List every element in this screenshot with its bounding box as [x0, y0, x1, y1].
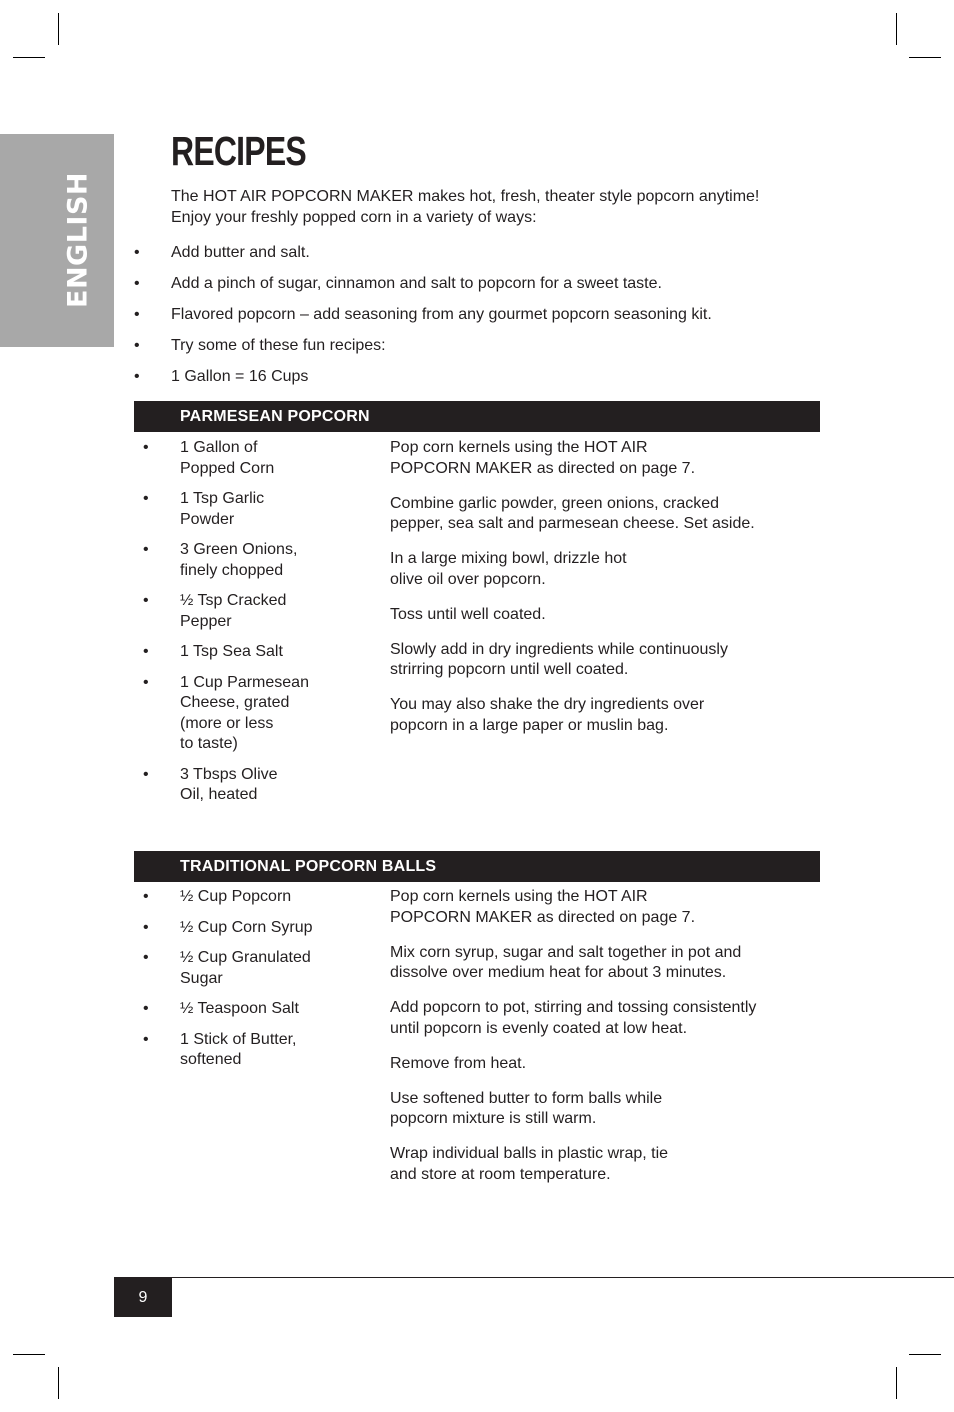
- intro-paragraph: The HOT AIR POPCORN MAKER makes hot, fre…: [171, 188, 760, 226]
- recipe-title: TRADITIONAL POPCORN BALLS: [180, 858, 437, 875]
- direction-step: Use softened butter to form balls while …: [390, 1089, 663, 1128]
- language-tab: [0, 134, 114, 347]
- tip-text: 1 Gallon = 16 Cups: [171, 368, 309, 385]
- bullet-icon: •: [143, 673, 149, 691]
- recipe-header-parmesean: PARMESEAN POPCORN: [134, 401, 820, 432]
- directions: Pop corn kernels using the HOT AIR POPCO…: [390, 887, 815, 1200]
- tip-text: Flavored popcorn – add seasoning from an…: [171, 306, 712, 323]
- tip-text: Add a pinch of sugar, cinnamon and salt …: [171, 275, 662, 292]
- bullet-icon: •: [134, 368, 140, 385]
- ingredient-item: • ½ Cup Popcorn: [143, 887, 373, 908]
- ingredient-text: 1 Cup Parmesean Cheese, grated (more or …: [180, 673, 309, 753]
- ingredient-text: 1 Tsp Sea Salt: [180, 643, 283, 660]
- ingredient-item: • ½ Cup Corn Syrup: [143, 918, 373, 939]
- ingredient-item: • 1 Cup Parmesean Cheese, grated (more or…: [143, 673, 373, 755]
- direction-step: Pop corn kernels using the HOT AIR POPCO…: [390, 888, 696, 926]
- ingredient-text: 3 Tbsps Olive Oil, heated: [180, 765, 278, 804]
- recipe-header-popcorn-balls: TRADITIONAL POPCORN BALLS: [134, 851, 820, 882]
- ingredients-list: • 1 Gallon of Popped Corn • 1 Tsp Garlic Po…: [143, 438, 373, 816]
- crop-mark: [909, 1354, 941, 1355]
- tip-text: Add butter and salt.: [171, 244, 310, 261]
- ingredient-text: 1 Gallon of Popped Corn: [180, 439, 275, 477]
- bullet-icon: •: [134, 306, 140, 323]
- direction-step: Combine garlic powder, green onions, cra…: [390, 494, 755, 533]
- ingredient-text: 1 Tsp Garlic Powder: [180, 490, 265, 528]
- language-tab-label: ENGLISH: [62, 172, 94, 308]
- ingredient-item: • ½ Cup Granulated Sugar: [143, 948, 373, 989]
- bullet-icon: •: [134, 337, 140, 354]
- ingredient-text: 1 Stick of Butter, softened: [180, 1030, 297, 1069]
- recipe-title: PARMESEAN POPCORN: [180, 408, 370, 425]
- list-item: • Add a pinch of sugar, cinnamon and salt…: [134, 273, 814, 304]
- direction-step: Remove from heat.: [390, 1054, 527, 1072]
- ingredient-item: • 1 Stick of Butter, softened: [143, 1030, 373, 1071]
- tip-text: Try some of these fun recipes:: [171, 337, 386, 354]
- list-item: • 1 Gallon = 16 Cups: [134, 366, 814, 397]
- crop-mark: [13, 57, 45, 58]
- bullet-icon: •: [143, 1030, 149, 1048]
- direction-step: Pop corn kernels using the HOT AIR POPCO…: [390, 439, 696, 477]
- ingredient-text: ½ Tsp Cracked Pepper: [180, 592, 287, 630]
- directions: Pop corn kernels using the HOT AIR POPCO…: [390, 438, 815, 751]
- bullet-icon: •: [143, 490, 149, 507]
- serving-tips-list: • Add butter and salt. • Add a pinch of su…: [134, 242, 814, 397]
- bullet-icon: •: [134, 275, 140, 292]
- crop-mark: [13, 1354, 45, 1355]
- direction-step: You may also shake the dry ingredients o…: [390, 696, 705, 734]
- ingredient-text: ½ Teaspoon Salt: [180, 1000, 299, 1017]
- ingredient-item: • 1 Tsp Sea Salt: [143, 642, 373, 663]
- ingredient-text: ½ Cup Popcorn: [180, 888, 292, 905]
- bullet-icon: •: [143, 888, 149, 905]
- list-item: • Try some of these fun recipes:: [134, 335, 814, 366]
- direction-step: Slowly add in dry ingredients while cont…: [390, 640, 728, 679]
- crop-mark: [896, 13, 897, 45]
- list-item: • Flavored popcorn – add seasoning from a…: [134, 304, 814, 335]
- bullet-icon: •: [143, 765, 149, 783]
- page-number: 9: [114, 1278, 172, 1317]
- direction-step: Toss until well coated.: [390, 605, 546, 623]
- ingredient-item: • 3 Tbsps Olive Oil, heated: [143, 765, 373, 806]
- footer-rule: [114, 1277, 954, 1278]
- bullet-icon: •: [143, 643, 149, 660]
- bullet-icon: •: [143, 918, 149, 936]
- crop-mark: [58, 1367, 59, 1399]
- direction-step: Wrap individual balls in plastic wrap, t…: [390, 1145, 669, 1183]
- ingredient-item: • ½ Teaspoon Salt: [143, 999, 373, 1020]
- bullet-icon: •: [143, 439, 149, 456]
- crop-mark: [909, 57, 941, 58]
- bullet-icon: •: [143, 592, 149, 609]
- bullet-icon: •: [143, 1000, 149, 1017]
- ingredient-text: ½ Cup Corn Syrup: [180, 918, 313, 936]
- list-item: • Add butter and salt.: [134, 242, 814, 273]
- bullet-icon: •: [143, 541, 149, 558]
- ingredient-item: • 3 Green Onions, finely chopped: [143, 540, 373, 581]
- crop-mark: [58, 13, 59, 45]
- bullet-icon: •: [134, 244, 140, 261]
- ingredient-text: ½ Cup Granulated Sugar: [180, 949, 311, 987]
- page-title: RECIPES: [171, 128, 307, 174]
- crop-mark: [896, 1367, 897, 1399]
- direction-step: In a large mixing bowl, drizzle hot oliv…: [390, 550, 627, 588]
- ingredients-list: • ½ Cup Popcorn • ½ Cup Corn Syrup • ½ Cup Gr…: [143, 887, 373, 1081]
- bullet-icon: •: [143, 949, 149, 966]
- direction-step: Add popcorn to pot, stirring and tossing…: [390, 999, 757, 1037]
- ingredient-item: • 1 Tsp Garlic Powder: [143, 489, 373, 530]
- ingredient-item: • 1 Gallon of Popped Corn: [143, 438, 373, 479]
- ingredient-item: • ½ Tsp Cracked Pepper: [143, 591, 373, 632]
- ingredient-text: 3 Green Onions, finely chopped: [180, 541, 298, 579]
- direction-step: Mix corn syrup, sugar and salt together …: [390, 943, 742, 982]
